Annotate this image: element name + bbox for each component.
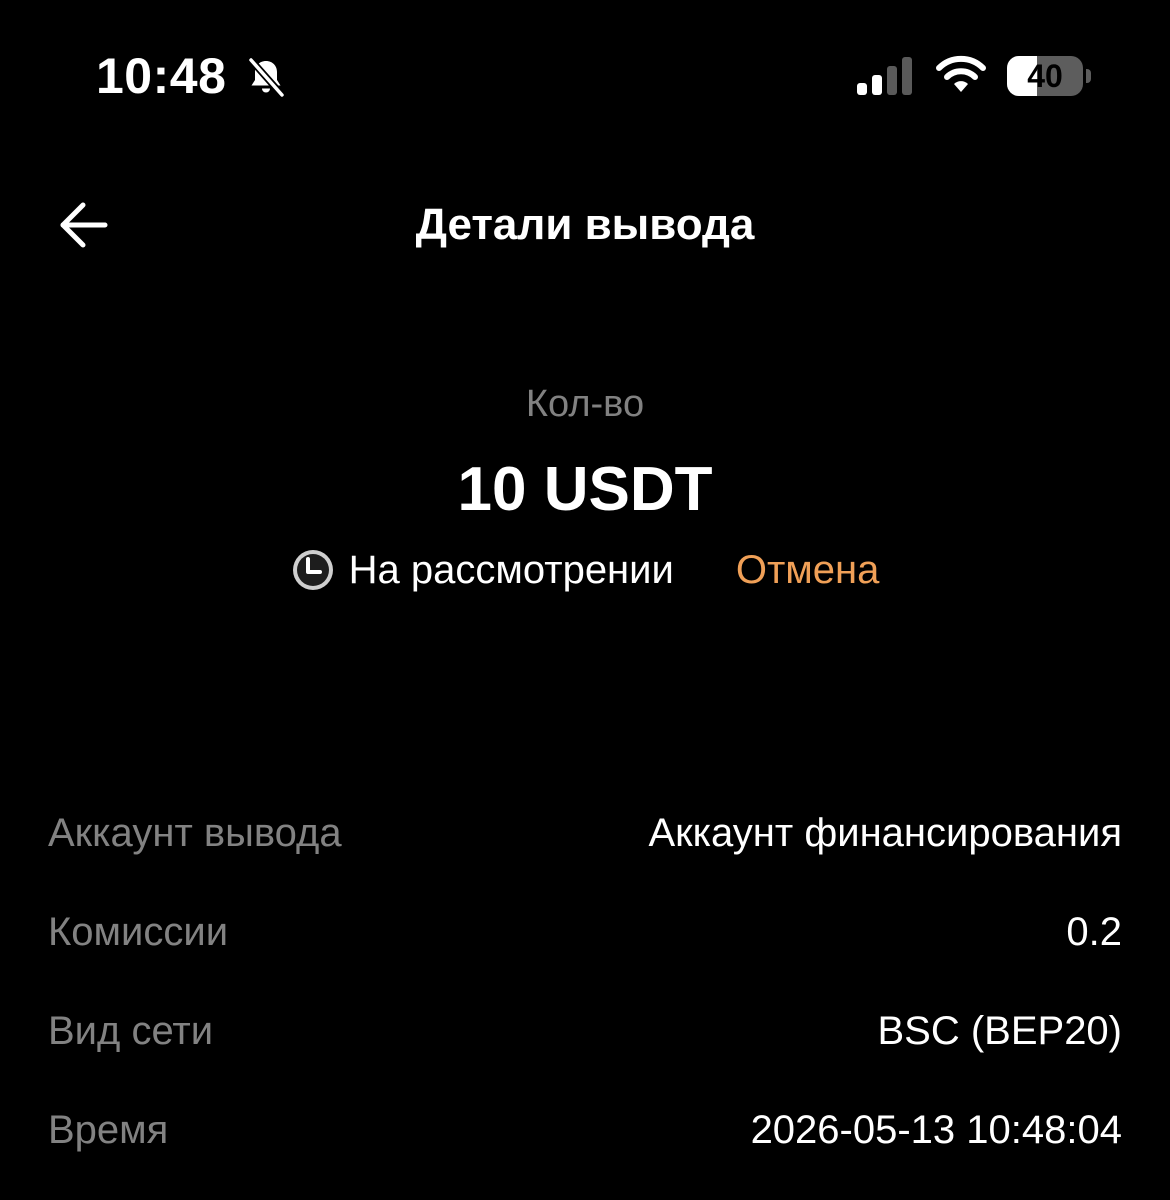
detail-row-fee: Комиссии 0.2	[48, 899, 1122, 965]
battery-level: 40	[1027, 58, 1063, 94]
signal-bar	[887, 66, 897, 95]
bell-slash-icon	[247, 56, 286, 99]
withdrawal-summary: Кол-во 10 USDT На рассмотрении Отмена	[0, 372, 1170, 602]
cancel-button[interactable]: Отмена	[736, 538, 880, 602]
nav-bar: Детали вывода	[0, 180, 1170, 270]
status-text: На рассмотрении	[348, 548, 674, 592]
detail-row-account: Аккаунт вывода Аккаунт финансирования	[48, 800, 1122, 866]
details-list: Аккаунт вывода Аккаунт финансирования Ко…	[48, 800, 1122, 1196]
clock-icon	[292, 550, 333, 590]
status-time: 10:48	[96, 48, 227, 104]
status-bar: 10:48 40	[0, 0, 1170, 150]
amount-label: Кол-во	[525, 383, 645, 425]
detail-value: 2026-05-13 10:48:04	[750, 1107, 1122, 1152]
detail-value: Аккаунт финансирования	[648, 810, 1122, 855]
signal-bar	[872, 75, 882, 95]
detail-label: Вид сети	[48, 1008, 214, 1053]
signal-bar	[857, 83, 867, 95]
cellular-signal-icon	[857, 57, 912, 95]
back-button[interactable]	[48, 192, 120, 258]
detail-value: 0.2	[1066, 909, 1122, 954]
detail-row-network: Вид сети BSC (BEP20)	[48, 998, 1122, 1064]
status-row: На рассмотрении Отмена	[0, 538, 1170, 602]
page-title: Детали вывода	[415, 200, 755, 249]
detail-label: Комиссии	[48, 909, 229, 954]
signal-bar	[902, 57, 912, 95]
detail-value: BSC (BEP20)	[877, 1008, 1122, 1053]
arrow-left-icon	[60, 202, 108, 248]
amount-value: 10 USDT	[457, 455, 713, 524]
detail-label: Аккаунт вывода	[48, 810, 342, 855]
battery-tip	[1086, 69, 1091, 83]
detail-row-time: Время 2026-05-13 10:48:04	[48, 1097, 1122, 1163]
wifi-icon	[936, 55, 986, 92]
battery-indicator: 40	[1007, 56, 1091, 98]
detail-label: Время	[48, 1107, 169, 1152]
